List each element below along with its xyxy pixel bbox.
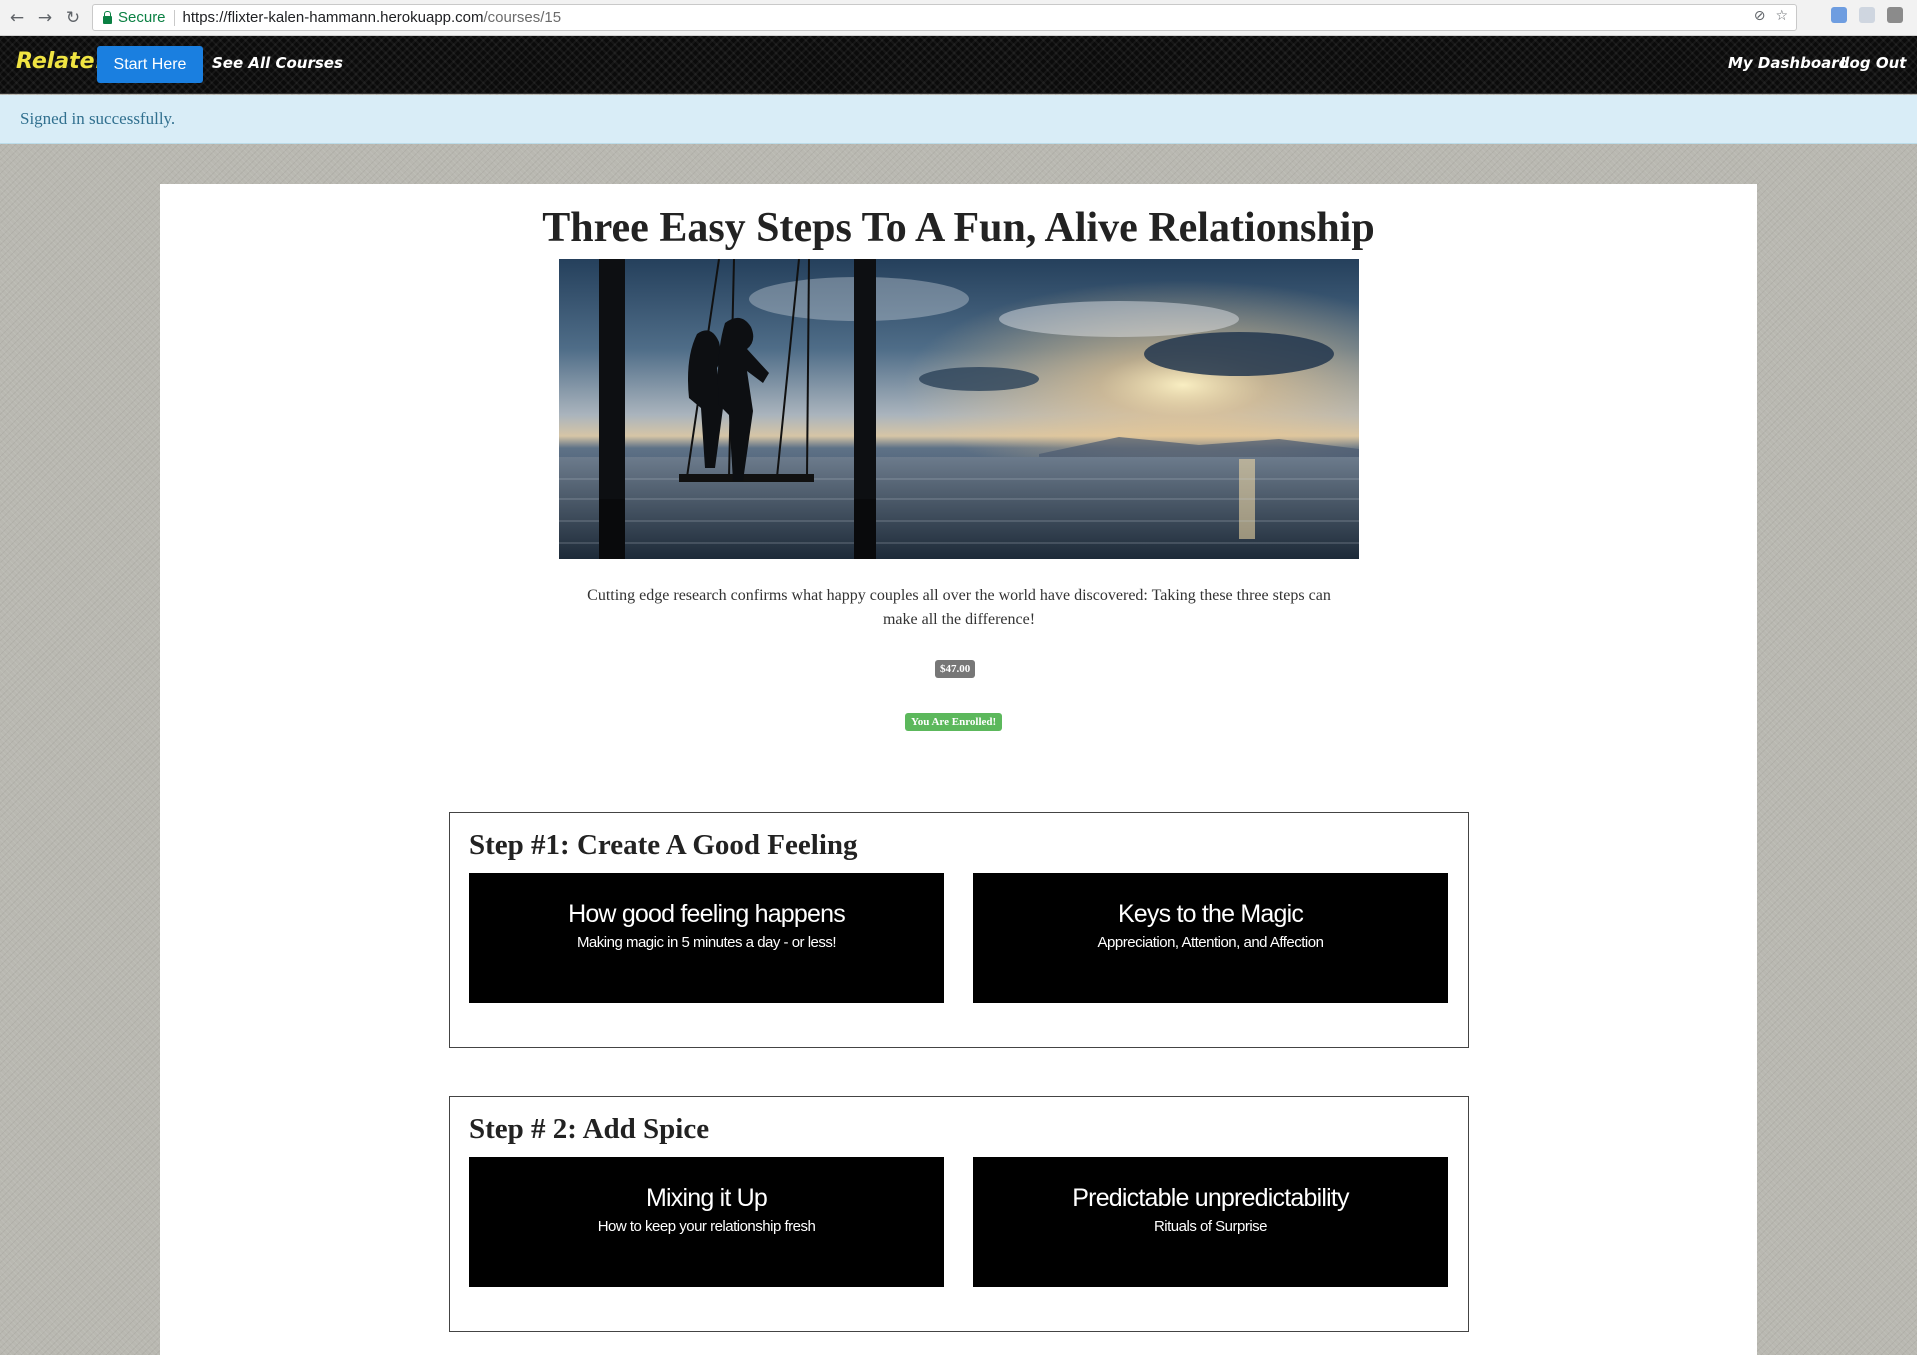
lesson-title: Predictable unpredictability — [1072, 1184, 1349, 1212]
lock-icon — [103, 10, 112, 24]
brand-logo[interactable]: Relate! — [16, 49, 105, 74]
section-title: Step # 2: Add Spice — [469, 1113, 710, 1145]
section-title: Step #1: Create A Good Feeling — [469, 829, 858, 861]
lesson-subtitle: Rituals of Surprise — [1153, 1218, 1268, 1235]
enrolled-badge: You Are Enrolled! — [905, 713, 1003, 731]
course-hero-image — [559, 259, 1359, 559]
lesson-tile[interactable]: Mixing it Up How to keep your relationsh… — [469, 1157, 944, 1287]
lesson-tile[interactable]: How good feeling happens Making magic in… — [469, 873, 944, 1003]
divider — [173, 9, 175, 26]
lesson-title: How good feeling happens — [568, 900, 846, 928]
url-path: /courses/15 — [483, 9, 562, 26]
blocked-popup-icon[interactable]: ⊘ — [1754, 8, 1766, 24]
page-title: Three Easy Steps To A Fun, Alive Relatio… — [542, 205, 1375, 251]
lesson-subtitle: How to keep your relationship fresh — [597, 1218, 816, 1235]
url-host: https://flixter-kalen-hammann.herokuapp.… — [182, 9, 484, 26]
lesson-subtitle: Making magic in 5 minutes a day - or les… — [576, 934, 837, 951]
my-dashboard-link[interactable]: My Dashboard — [1728, 54, 1849, 72]
lesson-tile[interactable]: Predictable unpredictability Rituals of … — [973, 1157, 1448, 1287]
site-navbar: Relate! Start Here See All Courses My Da… — [0, 36, 1917, 94]
forward-icon[interactable]: → — [34, 7, 56, 29]
course-section: Step # 2: Add Spice Mixing it Up How to … — [449, 1096, 1469, 1332]
lesson-title: Keys to the Magic — [1117, 900, 1304, 928]
price-badge: $47.00 — [935, 660, 976, 678]
reload-icon[interactable]: ↻ — [62, 7, 84, 29]
log-out-link[interactable]: Log Out — [1840, 54, 1906, 72]
start-here-button[interactable]: Start Here — [97, 46, 203, 83]
secure-label: Secure — [118, 9, 166, 26]
flash-notice: Signed in successfully. — [0, 95, 1917, 144]
extension-icon[interactable] — [1887, 7, 1903, 23]
bookmark-star-icon[interactable]: ☆ — [1775, 8, 1788, 24]
course-description: Cutting edge research confirms what happ… — [587, 587, 1331, 628]
extension-icon[interactable] — [1859, 7, 1875, 23]
browser-toolbar: ← → ↻ Secure https://flixter-kalen-hamma… — [0, 0, 1917, 36]
back-icon[interactable]: ← — [6, 7, 28, 29]
course-card: Three Easy Steps To A Fun, Alive Relatio… — [160, 184, 1757, 1355]
lesson-tile[interactable]: Keys to the Magic Appreciation, Attentio… — [973, 873, 1448, 1003]
see-all-courses-link[interactable]: See All Courses — [212, 54, 343, 72]
course-section: Step #1: Create A Good Feeling How good … — [449, 812, 1469, 1048]
lesson-title: Mixing it Up — [646, 1184, 768, 1212]
lesson-subtitle: Appreciation, Attention, and Affection — [1097, 934, 1324, 951]
address-bar[interactable]: Secure https://flixter-kalen-hammann.her… — [92, 4, 1797, 31]
extension-icon[interactable] — [1831, 7, 1847, 23]
